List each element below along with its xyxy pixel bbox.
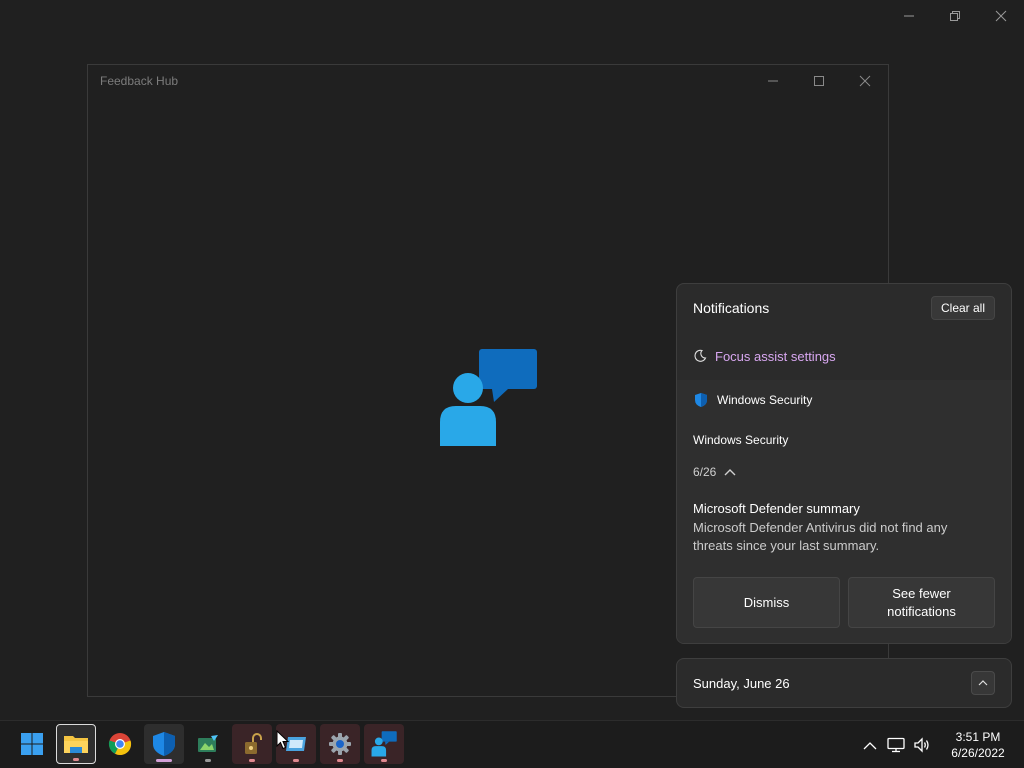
maximize-button[interactable] <box>796 65 842 97</box>
notification-body: Microsoft Defender Antivirus did not fin… <box>693 520 948 553</box>
focus-assist-settings-link[interactable]: Focus assist settings <box>677 332 1011 380</box>
taskbar-windows-security[interactable] <box>144 724 184 764</box>
chrome-icon <box>108 733 132 756</box>
windows-logo-icon <box>21 733 43 755</box>
clock-date: 6/26/2022 <box>951 746 1005 760</box>
image-icon <box>198 735 218 752</box>
restore-icon <box>950 11 960 21</box>
taskbar-chrome[interactable] <box>100 724 140 764</box>
running-indicator <box>337 759 343 762</box>
close-icon <box>859 75 871 87</box>
restore-button[interactable] <box>932 0 978 32</box>
calendar-expand-button[interactable] <box>971 671 995 695</box>
close-icon <box>995 10 1007 22</box>
gear-icon <box>329 733 351 755</box>
focus-assist-label: Focus assist settings <box>715 348 836 364</box>
volume-button[interactable] <box>910 733 934 757</box>
close-button[interactable] <box>842 65 888 97</box>
moon-icon <box>694 349 707 362</box>
running-indicator <box>249 759 255 762</box>
calendar-header[interactable]: Sunday, June 26 <box>676 658 1012 708</box>
running-indicator <box>293 759 299 762</box>
notification-app-header: Windows Security <box>693 392 812 408</box>
clock-time: 3:51 PM <box>955 730 1001 744</box>
chevron-up-icon <box>863 741 877 749</box>
minimize-icon <box>904 15 914 17</box>
shield-icon <box>695 393 707 407</box>
network-icon <box>887 737 905 753</box>
minimize-icon <box>768 80 778 82</box>
minimize-button[interactable] <box>886 0 932 32</box>
notifications-header: Notifications Clear all <box>677 284 1011 332</box>
taskbar-file-explorer[interactable] <box>56 724 96 764</box>
taskbar-settings[interactable] <box>320 724 360 764</box>
notification-card[interactable]: Windows Security Windows Security 6/26 M… <box>677 380 1011 643</box>
window-title: Feedback Hub <box>100 74 179 88</box>
notification-app-name: Windows Security <box>717 393 813 407</box>
minimize-button[interactable] <box>750 65 796 97</box>
system-tray: 3:51 PM 6/26/2022 <box>858 721 1024 768</box>
shield-icon <box>153 732 175 756</box>
feedback-hub-logo-icon <box>438 348 538 453</box>
taskbar-clock[interactable]: 3:51 PM 6/26/2022 <box>942 729 1014 761</box>
window-controls <box>750 65 888 97</box>
notifications-title: Notifications <box>693 300 770 316</box>
taskbar-lock-app[interactable] <box>232 724 272 764</box>
taskbar: 3:51 PM 6/26/2022 <box>0 720 1024 768</box>
chevron-up-icon <box>724 469 736 476</box>
notification-group-title: Windows Security <box>693 433 789 447</box>
running-indicator <box>381 759 387 762</box>
mouse-cursor-icon <box>276 730 290 750</box>
close-button[interactable] <box>978 0 1024 32</box>
lock-icon <box>245 733 262 754</box>
notification-date-toggle[interactable]: 6/26 <box>693 465 736 479</box>
active-indicator <box>156 759 172 762</box>
running-indicator <box>73 758 79 761</box>
taskbar-image-editor[interactable] <box>188 724 228 764</box>
background-window-controls <box>886 0 1024 32</box>
folder-icon <box>64 736 88 753</box>
calendar-date: Sunday, June 26 <box>693 676 790 691</box>
dismiss-button[interactable]: Dismiss <box>693 577 840 628</box>
maximize-icon <box>814 76 824 86</box>
show-hidden-icons-button[interactable] <box>858 733 882 757</box>
speaker-icon <box>914 737 929 753</box>
network-button[interactable] <box>884 733 908 757</box>
notification-date: 6/26 <box>693 465 717 479</box>
clear-all-button[interactable]: Clear all <box>930 296 995 320</box>
start-button[interactable] <box>12 724 52 764</box>
running-indicator <box>205 759 211 762</box>
taskbar-feedback-hub[interactable] <box>364 724 404 764</box>
feedback-icon <box>371 731 397 757</box>
notification-center: Notifications Clear all Focus assist set… <box>676 283 1012 644</box>
notification-heading: Microsoft Defender summary <box>693 501 860 516</box>
see-fewer-notifications-button[interactable]: See fewer notifications <box>848 577 995 628</box>
chevron-up-icon <box>978 680 988 686</box>
